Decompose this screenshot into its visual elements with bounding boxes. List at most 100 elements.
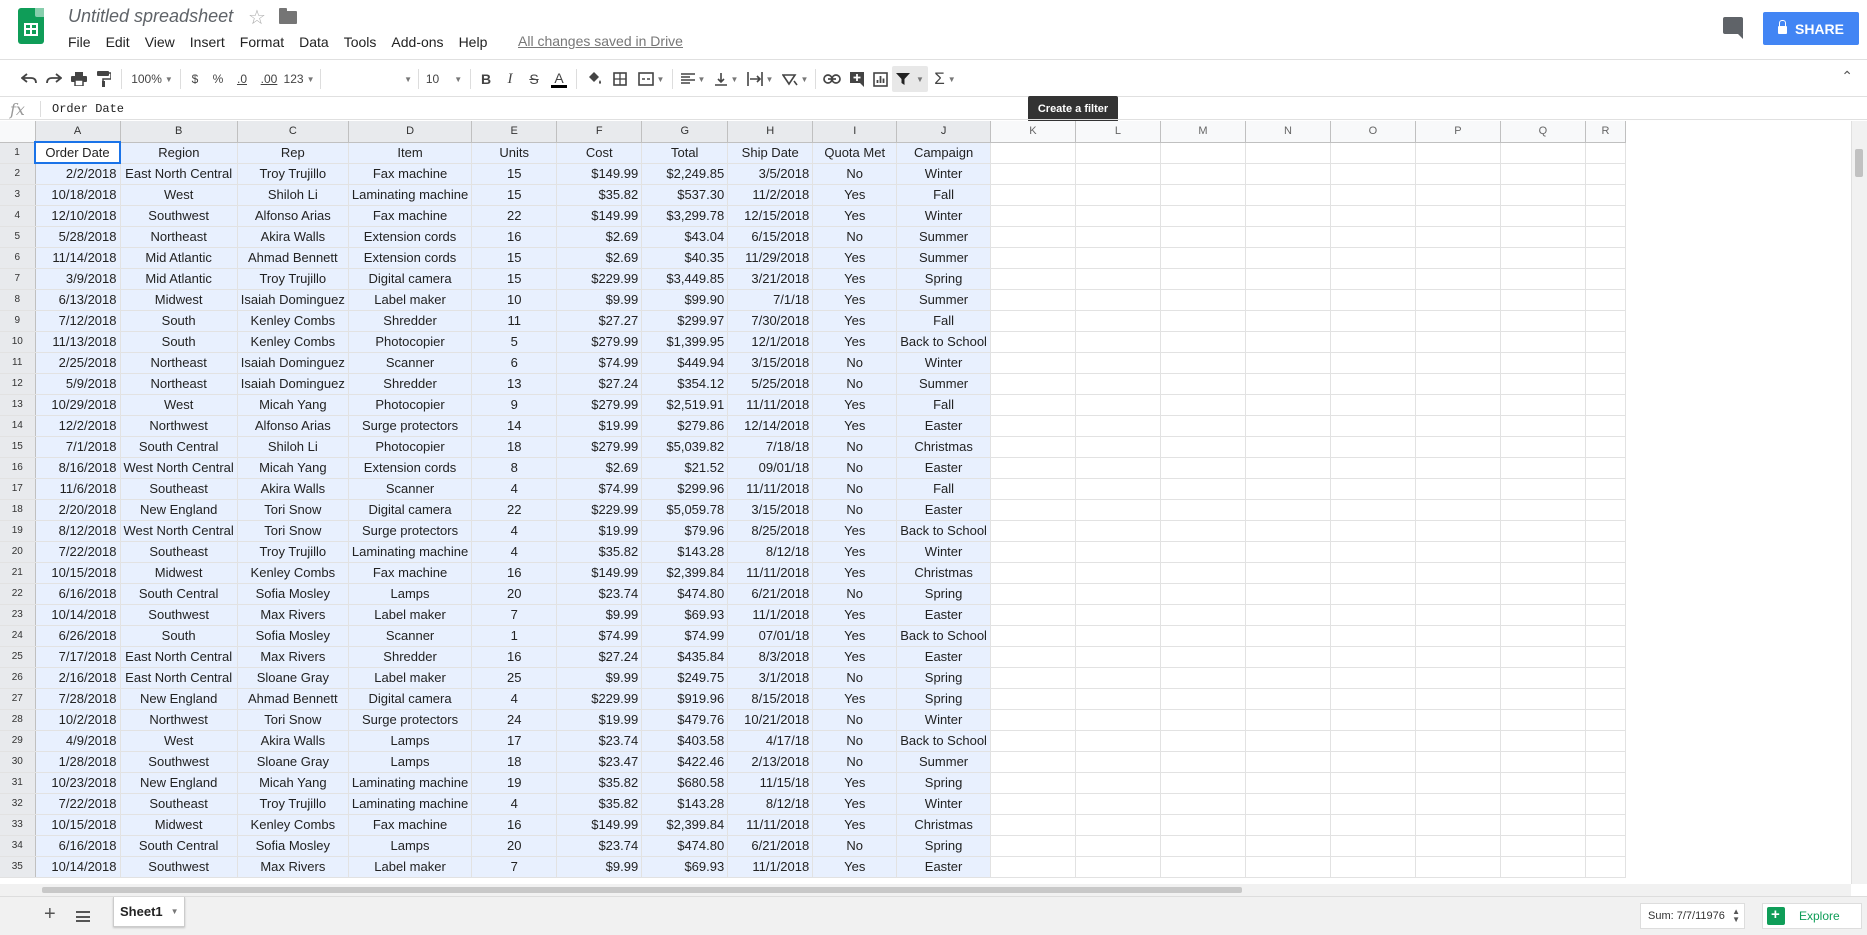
table-cell[interactable]: Yes [812, 562, 898, 584]
menu-view[interactable]: View [145, 34, 175, 50]
table-cell[interactable]: Yes [812, 793, 898, 815]
empty-cell[interactable] [1585, 667, 1626, 689]
sheet-tab[interactable]: Sheet1 ▼ [113, 897, 185, 927]
table-cell[interactable]: 18 [471, 436, 558, 458]
table-cell[interactable]: $23.74 [556, 730, 643, 752]
table-cell[interactable]: South Central [120, 583, 238, 605]
fill-color-icon[interactable] [583, 66, 605, 92]
empty-cell[interactable] [1415, 394, 1501, 416]
table-cell[interactable]: Easter [896, 646, 991, 668]
document-title[interactable]: Untitled spreadsheet [68, 6, 233, 27]
table-cell[interactable]: 10/21/2018 [727, 709, 814, 731]
row-header[interactable]: 22 [0, 583, 36, 605]
empty-cell[interactable] [1415, 688, 1501, 710]
column-header-e[interactable]: E [471, 121, 558, 143]
table-cell[interactable]: Scanner [348, 478, 473, 500]
table-cell[interactable]: 8/3/2018 [727, 646, 814, 668]
table-cell[interactable]: 8 [471, 457, 558, 479]
empty-cell[interactable] [1330, 331, 1416, 353]
empty-cell[interactable] [1330, 436, 1416, 458]
column-header-l[interactable]: L [1075, 121, 1161, 143]
table-cell[interactable]: No [812, 730, 898, 752]
empty-cell[interactable] [990, 709, 1076, 731]
table-cell[interactable]: 3/9/2018 [35, 268, 121, 290]
table-cell[interactable]: Yes [812, 205, 898, 227]
merge-cells-icon[interactable]: ▼ [635, 66, 667, 92]
row-header[interactable]: 34 [0, 835, 36, 857]
row-header[interactable]: 14 [0, 415, 36, 437]
empty-cell[interactable] [990, 163, 1076, 185]
empty-cell[interactable] [990, 541, 1076, 563]
empty-cell[interactable] [1330, 499, 1416, 521]
save-status-link[interactable]: All changes saved in Drive [518, 33, 683, 49]
empty-cell[interactable] [990, 247, 1076, 269]
empty-cell[interactable] [990, 415, 1076, 437]
empty-cell[interactable] [1330, 688, 1416, 710]
table-cell[interactable]: $279.99 [556, 331, 643, 353]
table-cell[interactable]: Southwest [120, 604, 238, 626]
empty-cell[interactable] [1160, 436, 1246, 458]
empty-cell[interactable] [1500, 352, 1586, 374]
table-cell[interactable]: Label maker [348, 604, 473, 626]
table-cell[interactable]: East North Central [120, 667, 238, 689]
row-header[interactable]: 33 [0, 814, 36, 836]
row-header[interactable]: 16 [0, 457, 36, 479]
empty-cell[interactable] [1500, 457, 1586, 479]
empty-cell[interactable] [1160, 310, 1246, 332]
header-cell[interactable]: Ship Date [727, 142, 814, 164]
empty-cell[interactable] [990, 205, 1076, 227]
table-cell[interactable]: $403.58 [641, 730, 729, 752]
text-rotation-icon[interactable]: ▼ [779, 66, 811, 92]
empty-cell[interactable] [1330, 226, 1416, 248]
table-cell[interactable]: Yes [812, 331, 898, 353]
empty-cell[interactable] [990, 478, 1076, 500]
empty-cell[interactable] [1160, 289, 1246, 311]
empty-cell[interactable] [1500, 646, 1586, 668]
table-cell[interactable]: $2,249.85 [641, 163, 729, 185]
empty-cell[interactable] [1500, 226, 1586, 248]
table-cell[interactable]: 22 [471, 499, 558, 521]
table-cell[interactable]: 3/15/2018 [727, 499, 814, 521]
table-cell[interactable]: No [812, 667, 898, 689]
empty-cell[interactable] [990, 688, 1076, 710]
empty-cell[interactable] [1500, 268, 1586, 290]
empty-cell[interactable] [1330, 520, 1416, 542]
table-cell[interactable]: Southeast [120, 793, 238, 815]
empty-cell[interactable] [1075, 478, 1161, 500]
horizontal-scrollbar[interactable] [0, 884, 1851, 896]
table-cell[interactable]: 4 [471, 793, 558, 815]
table-cell[interactable]: Micah Yang [237, 457, 349, 479]
table-cell[interactable]: No [812, 457, 898, 479]
empty-cell[interactable] [1500, 730, 1586, 752]
table-cell[interactable]: $299.97 [641, 310, 729, 332]
table-cell[interactable]: 18 [471, 751, 558, 773]
table-cell[interactable]: 11/13/2018 [35, 331, 121, 353]
table-cell[interactable]: 6/16/2018 [35, 583, 121, 605]
table-cell[interactable]: Summer [896, 751, 991, 773]
decrease-decimals-button[interactable]: .0 [232, 66, 252, 92]
table-cell[interactable]: No [812, 583, 898, 605]
header-cell[interactable]: Order Date [34, 141, 121, 164]
empty-cell[interactable] [1160, 373, 1246, 395]
table-cell[interactable]: Scanner [348, 625, 473, 647]
comments-icon[interactable] [1723, 17, 1743, 39]
empty-cell[interactable] [1500, 289, 1586, 311]
table-cell[interactable]: $35.82 [556, 772, 643, 794]
empty-cell[interactable] [1160, 814, 1246, 836]
table-cell[interactable]: West [120, 730, 238, 752]
table-cell[interactable]: Mid Atlantic [120, 268, 238, 290]
empty-cell[interactable] [1160, 457, 1246, 479]
empty-cell[interactable] [990, 394, 1076, 416]
row-header[interactable]: 32 [0, 793, 36, 815]
empty-cell[interactable] [1585, 415, 1626, 437]
table-cell[interactable]: $23.47 [556, 751, 643, 773]
row-header[interactable]: 24 [0, 625, 36, 647]
table-cell[interactable]: 12/2/2018 [35, 415, 121, 437]
table-cell[interactable]: 5 [471, 331, 558, 353]
empty-cell[interactable] [990, 289, 1076, 311]
empty-cell[interactable] [1585, 646, 1626, 668]
empty-cell[interactable] [1330, 394, 1416, 416]
table-cell[interactable]: $19.99 [556, 415, 643, 437]
table-cell[interactable]: Extension cords [348, 457, 473, 479]
empty-cell[interactable] [1075, 457, 1161, 479]
